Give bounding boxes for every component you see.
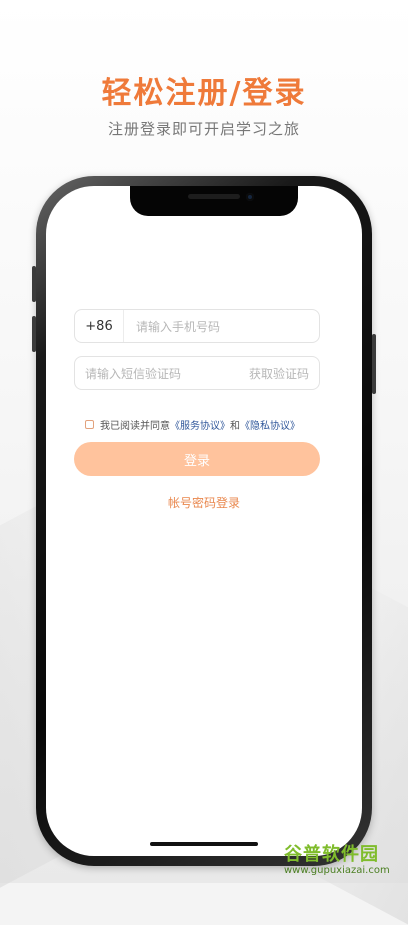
sms-code-field[interactable]: 请输入短信验证码 获取验证码 (74, 356, 320, 390)
speaker-icon (188, 194, 240, 199)
phone-input[interactable]: 请输入手机号码 (124, 318, 220, 335)
watermark-brand: 谷普软件园 (284, 844, 379, 865)
side-button (372, 334, 376, 394)
agreement-checkbox[interactable] (85, 419, 94, 429)
phone-number-field[interactable]: +86 请输入手机号码 (74, 309, 320, 343)
watermark-url: www.gupuxiazai.com (284, 865, 390, 876)
home-indicator (150, 842, 258, 846)
password-login-link[interactable]: 帐号密码登录 (46, 494, 362, 511)
service-agreement-link[interactable]: 《服务协议》 (170, 417, 230, 432)
volume-up-button (32, 266, 36, 302)
volume-down-button (32, 316, 36, 352)
agreement-and: 和 (230, 420, 240, 432)
agreement-prefix: 我已阅读并同意 (100, 420, 170, 432)
sms-code-input[interactable]: 请输入短信验证码 (85, 365, 181, 382)
login-button[interactable]: 登录 (74, 442, 320, 476)
watermark-logo: 谷普软件园 www.gupuxiazai.com (284, 845, 404, 879)
phone-screen: +86 请输入手机号码 请输入短信验证码 获取验证码 我已阅读并同意 《服务协议… (46, 186, 362, 856)
agreement-row: 我已阅读并同意 《服务协议》 和 《隐私协议》 (85, 417, 315, 432)
privacy-agreement-link[interactable]: 《隐私协议》 (240, 417, 300, 432)
camera-icon (246, 193, 254, 201)
country-code-selector[interactable]: +86 (75, 310, 124, 342)
phone-notch (130, 186, 298, 216)
get-code-button[interactable]: 获取验证码 (249, 365, 309, 382)
page-title: 轻松注册/登录 (101, 76, 307, 111)
phone-mockup: +86 请输入手机号码 请输入短信验证码 获取验证码 我已阅读并同意 《服务协议… (32, 176, 376, 866)
page-subtitle: 注册登录即可开启学习之旅 (107, 120, 300, 138)
